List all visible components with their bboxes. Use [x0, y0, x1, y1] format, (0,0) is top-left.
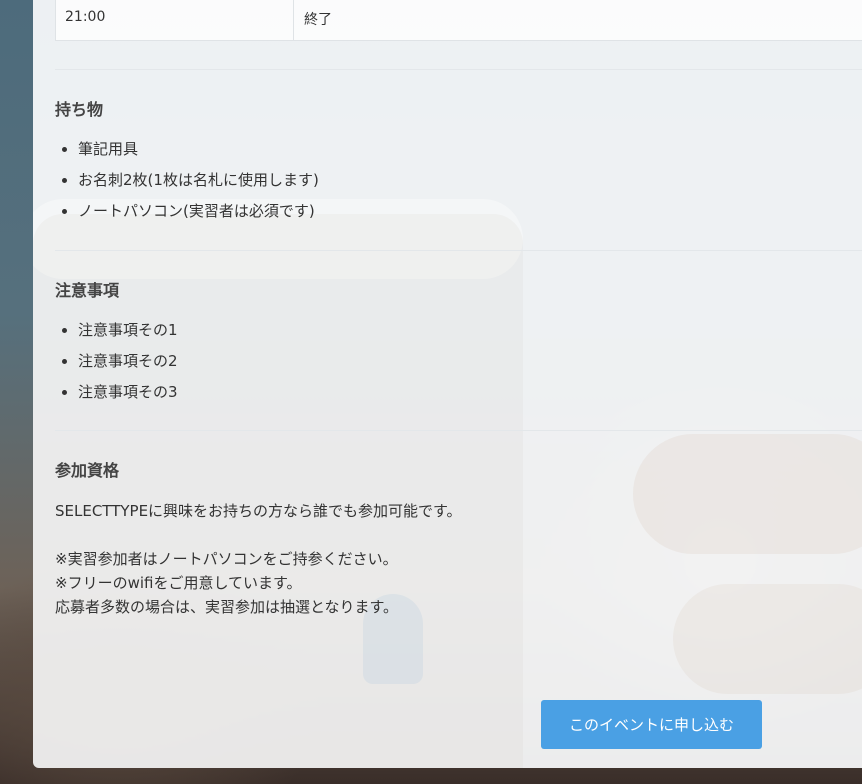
belongings-section: 持ち物 筆記用具 お名刺2枚(1枚は名札に使用します) ノートパソコン(実習者は… — [55, 100, 835, 227]
eligibility-line: ※実習参加者はノートパソコンをご持参ください。 — [55, 550, 398, 568]
notes-list: 注意事項その1 注意事項その2 注意事項その3 — [55, 315, 835, 408]
list-item: お名刺2枚(1枚は名札に使用します) — [78, 165, 835, 196]
list-item: ノートパソコン(実習者は必須です) — [78, 196, 835, 227]
schedule-table-row: 21:00 終了 — [55, 0, 862, 41]
list-item: 注意事項その2 — [78, 346, 835, 377]
list-item: 注意事項その1 — [78, 315, 835, 346]
section-divider — [55, 250, 862, 251]
eligibility-line: ※フリーのwifiをご用意しています。 — [55, 574, 302, 592]
eligibility-heading: 参加資格 — [55, 461, 120, 480]
eligibility-intro: SELECTTYPEに興味をお持ちの方なら誰でも参加可能です。 — [55, 502, 462, 520]
list-item: 筆記用具 — [78, 134, 835, 165]
section-divider — [55, 69, 862, 70]
list-item: 注意事項その3 — [78, 377, 835, 408]
apply-event-button[interactable]: このイベントに申し込む — [541, 700, 762, 749]
belongings-heading: 持ち物 — [55, 100, 104, 119]
eligibility-section: 参加資格 SELECTTYPEに興味をお持ちの方なら誰でも参加可能です。 ※実習… — [55, 461, 835, 619]
notes-heading: 注意事項 — [55, 281, 120, 300]
eligibility-line: 応募者多数の場合は、実習参加は抽選となります。 — [55, 598, 399, 616]
schedule-description-cell: 終了 — [304, 12, 332, 28]
schedule-time-cell: 21:00 — [56, 0, 294, 40]
notes-section: 注意事項 注意事項その1 注意事項その2 注意事項その3 — [55, 281, 835, 408]
event-detail-panel: 21:00 終了 持ち物 筆記用具 お名刺2枚(1枚は名札に使用します) ノート… — [33, 0, 862, 768]
belongings-list: 筆記用具 お名刺2枚(1枚は名札に使用します) ノートパソコン(実習者は必須です… — [55, 134, 835, 227]
section-divider — [55, 430, 862, 431]
